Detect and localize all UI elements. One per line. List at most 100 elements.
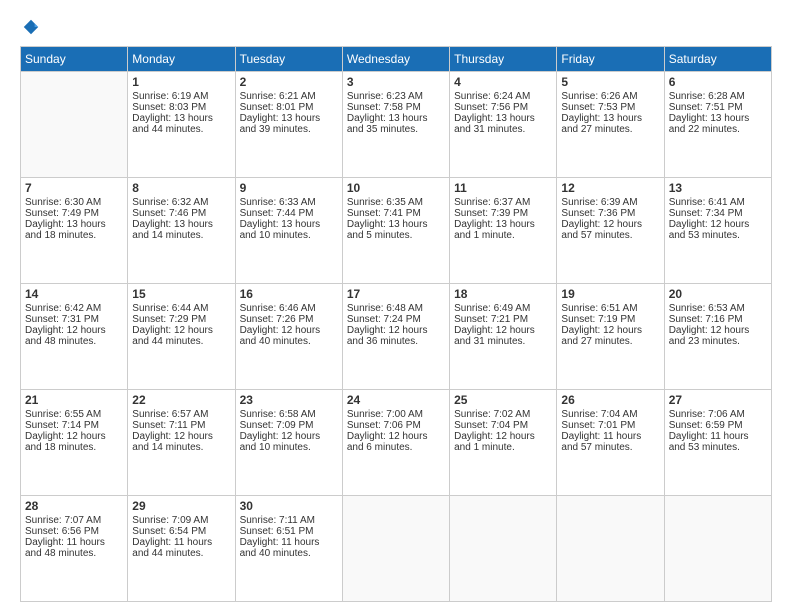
daylight: Daylight: 12 hours and 40 minutes. <box>240 325 321 347</box>
calendar-cell: 30 Sunrise: 7:11 AM Sunset: 6:51 PM Dayl… <box>235 496 342 602</box>
daylight: Daylight: 11 hours and 53 minutes. <box>669 431 749 453</box>
calendar-cell: 7 Sunrise: 6:30 AM Sunset: 7:49 PM Dayli… <box>21 178 128 284</box>
sunset: Sunset: 7:34 PM <box>669 208 743 219</box>
sunset: Sunset: 7:51 PM <box>669 102 743 113</box>
day-number: 20 <box>669 287 767 301</box>
calendar-cell: 13 Sunrise: 6:41 AM Sunset: 7:34 PM Dayl… <box>664 178 771 284</box>
daylight: Daylight: 12 hours and 18 minutes. <box>25 431 106 453</box>
day-number: 14 <box>25 287 123 301</box>
sunrise: Sunrise: 6:39 AM <box>561 197 637 208</box>
sunrise: Sunrise: 6:46 AM <box>240 303 316 314</box>
calendar-cell: 8 Sunrise: 6:32 AM Sunset: 7:46 PM Dayli… <box>128 178 235 284</box>
daylight: Daylight: 13 hours and 27 minutes. <box>561 113 642 135</box>
calendar-cell: 29 Sunrise: 7:09 AM Sunset: 6:54 PM Dayl… <box>128 496 235 602</box>
calendar-cell <box>21 72 128 178</box>
day-number: 27 <box>669 393 767 407</box>
calendar-cell: 19 Sunrise: 6:51 AM Sunset: 7:19 PM Dayl… <box>557 284 664 390</box>
calendar-cell: 3 Sunrise: 6:23 AM Sunset: 7:58 PM Dayli… <box>342 72 449 178</box>
calendar-cell: 5 Sunrise: 6:26 AM Sunset: 7:53 PM Dayli… <box>557 72 664 178</box>
calendar-week-3: 14 Sunrise: 6:42 AM Sunset: 7:31 PM Dayl… <box>21 284 772 390</box>
sunset: Sunset: 8:01 PM <box>240 102 314 113</box>
sunset: Sunset: 7:04 PM <box>454 420 528 431</box>
daylight: Daylight: 13 hours and 5 minutes. <box>347 219 428 241</box>
daylight: Daylight: 11 hours and 40 minutes. <box>240 537 320 559</box>
daylight: Daylight: 12 hours and 6 minutes. <box>347 431 428 453</box>
calendar-cell: 24 Sunrise: 7:00 AM Sunset: 7:06 PM Dayl… <box>342 390 449 496</box>
daylight: Daylight: 13 hours and 10 minutes. <box>240 219 321 241</box>
sunrise: Sunrise: 7:04 AM <box>561 409 637 420</box>
sunset: Sunset: 7:11 PM <box>132 420 205 431</box>
daylight: Daylight: 11 hours and 48 minutes. <box>25 537 105 559</box>
sunset: Sunset: 7:39 PM <box>454 208 528 219</box>
calendar-week-2: 7 Sunrise: 6:30 AM Sunset: 7:49 PM Dayli… <box>21 178 772 284</box>
sunrise: Sunrise: 7:11 AM <box>240 515 315 526</box>
calendar-cell: 23 Sunrise: 6:58 AM Sunset: 7:09 PM Dayl… <box>235 390 342 496</box>
daylight: Daylight: 13 hours and 35 minutes. <box>347 113 428 135</box>
sunrise: Sunrise: 6:41 AM <box>669 197 745 208</box>
sunrise: Sunrise: 7:00 AM <box>347 409 423 420</box>
sunrise: Sunrise: 7:02 AM <box>454 409 530 420</box>
calendar-cell: 27 Sunrise: 7:06 AM Sunset: 6:59 PM Dayl… <box>664 390 771 496</box>
day-header-sunday: Sunday <box>21 47 128 72</box>
day-number: 19 <box>561 287 659 301</box>
daylight: Daylight: 12 hours and 27 minutes. <box>561 325 642 347</box>
daylight: Daylight: 12 hours and 23 minutes. <box>669 325 750 347</box>
day-number: 29 <box>132 499 230 513</box>
sunrise: Sunrise: 7:07 AM <box>25 515 101 526</box>
logo-icon <box>22 18 40 36</box>
calendar-cell: 18 Sunrise: 6:49 AM Sunset: 7:21 PM Dayl… <box>450 284 557 390</box>
sunset: Sunset: 6:56 PM <box>25 526 99 537</box>
calendar-cell: 1 Sunrise: 6:19 AM Sunset: 8:03 PM Dayli… <box>128 72 235 178</box>
day-number: 30 <box>240 499 338 513</box>
day-number: 11 <box>454 181 552 195</box>
sunset: Sunset: 7:31 PM <box>25 314 99 325</box>
sunset: Sunset: 7:21 PM <box>454 314 528 325</box>
daylight: Daylight: 12 hours and 14 minutes. <box>132 431 213 453</box>
logo <box>20 18 40 36</box>
daylight: Daylight: 13 hours and 1 minute. <box>454 219 535 241</box>
sunset: Sunset: 7:06 PM <box>347 420 421 431</box>
calendar-week-1: 1 Sunrise: 6:19 AM Sunset: 8:03 PM Dayli… <box>21 72 772 178</box>
sunrise: Sunrise: 6:35 AM <box>347 197 423 208</box>
sunrise: Sunrise: 6:33 AM <box>240 197 316 208</box>
day-header-tuesday: Tuesday <box>235 47 342 72</box>
daylight: Daylight: 12 hours and 36 minutes. <box>347 325 428 347</box>
day-number: 28 <box>25 499 123 513</box>
day-number: 22 <box>132 393 230 407</box>
daylight: Daylight: 12 hours and 44 minutes. <box>132 325 213 347</box>
calendar-cell: 9 Sunrise: 6:33 AM Sunset: 7:44 PM Dayli… <box>235 178 342 284</box>
sunrise: Sunrise: 6:58 AM <box>240 409 316 420</box>
daylight: Daylight: 12 hours and 53 minutes. <box>669 219 750 241</box>
sunrise: Sunrise: 6:24 AM <box>454 91 530 102</box>
day-header-thursday: Thursday <box>450 47 557 72</box>
day-number: 9 <box>240 181 338 195</box>
daylight: Daylight: 12 hours and 10 minutes. <box>240 431 321 453</box>
calendar-week-4: 21 Sunrise: 6:55 AM Sunset: 7:14 PM Dayl… <box>21 390 772 496</box>
calendar-cell <box>664 496 771 602</box>
day-number: 7 <box>25 181 123 195</box>
calendar-cell: 11 Sunrise: 6:37 AM Sunset: 7:39 PM Dayl… <box>450 178 557 284</box>
day-number: 15 <box>132 287 230 301</box>
calendar: SundayMondayTuesdayWednesdayThursdayFrid… <box>20 46 772 602</box>
day-number: 1 <box>132 75 230 89</box>
daylight: Daylight: 13 hours and 31 minutes. <box>454 113 535 135</box>
calendar-cell: 25 Sunrise: 7:02 AM Sunset: 7:04 PM Dayl… <box>450 390 557 496</box>
calendar-cell: 12 Sunrise: 6:39 AM Sunset: 7:36 PM Dayl… <box>557 178 664 284</box>
day-number: 13 <box>669 181 767 195</box>
sunset: Sunset: 6:59 PM <box>669 420 743 431</box>
calendar-week-5: 28 Sunrise: 7:07 AM Sunset: 6:56 PM Dayl… <box>21 496 772 602</box>
sunset: Sunset: 7:46 PM <box>132 208 206 219</box>
calendar-cell: 20 Sunrise: 6:53 AM Sunset: 7:16 PM Dayl… <box>664 284 771 390</box>
sunrise: Sunrise: 6:37 AM <box>454 197 530 208</box>
calendar-cell <box>342 496 449 602</box>
calendar-cell: 6 Sunrise: 6:28 AM Sunset: 7:51 PM Dayli… <box>664 72 771 178</box>
sunset: Sunset: 6:54 PM <box>132 526 206 537</box>
day-number: 24 <box>347 393 445 407</box>
day-number: 17 <box>347 287 445 301</box>
sunset: Sunset: 8:03 PM <box>132 102 206 113</box>
sunrise: Sunrise: 6:57 AM <box>132 409 208 420</box>
calendar-cell: 28 Sunrise: 7:07 AM Sunset: 6:56 PM Dayl… <box>21 496 128 602</box>
daylight: Daylight: 11 hours and 57 minutes. <box>561 431 641 453</box>
sunrise: Sunrise: 6:21 AM <box>240 91 316 102</box>
header <box>20 18 772 36</box>
